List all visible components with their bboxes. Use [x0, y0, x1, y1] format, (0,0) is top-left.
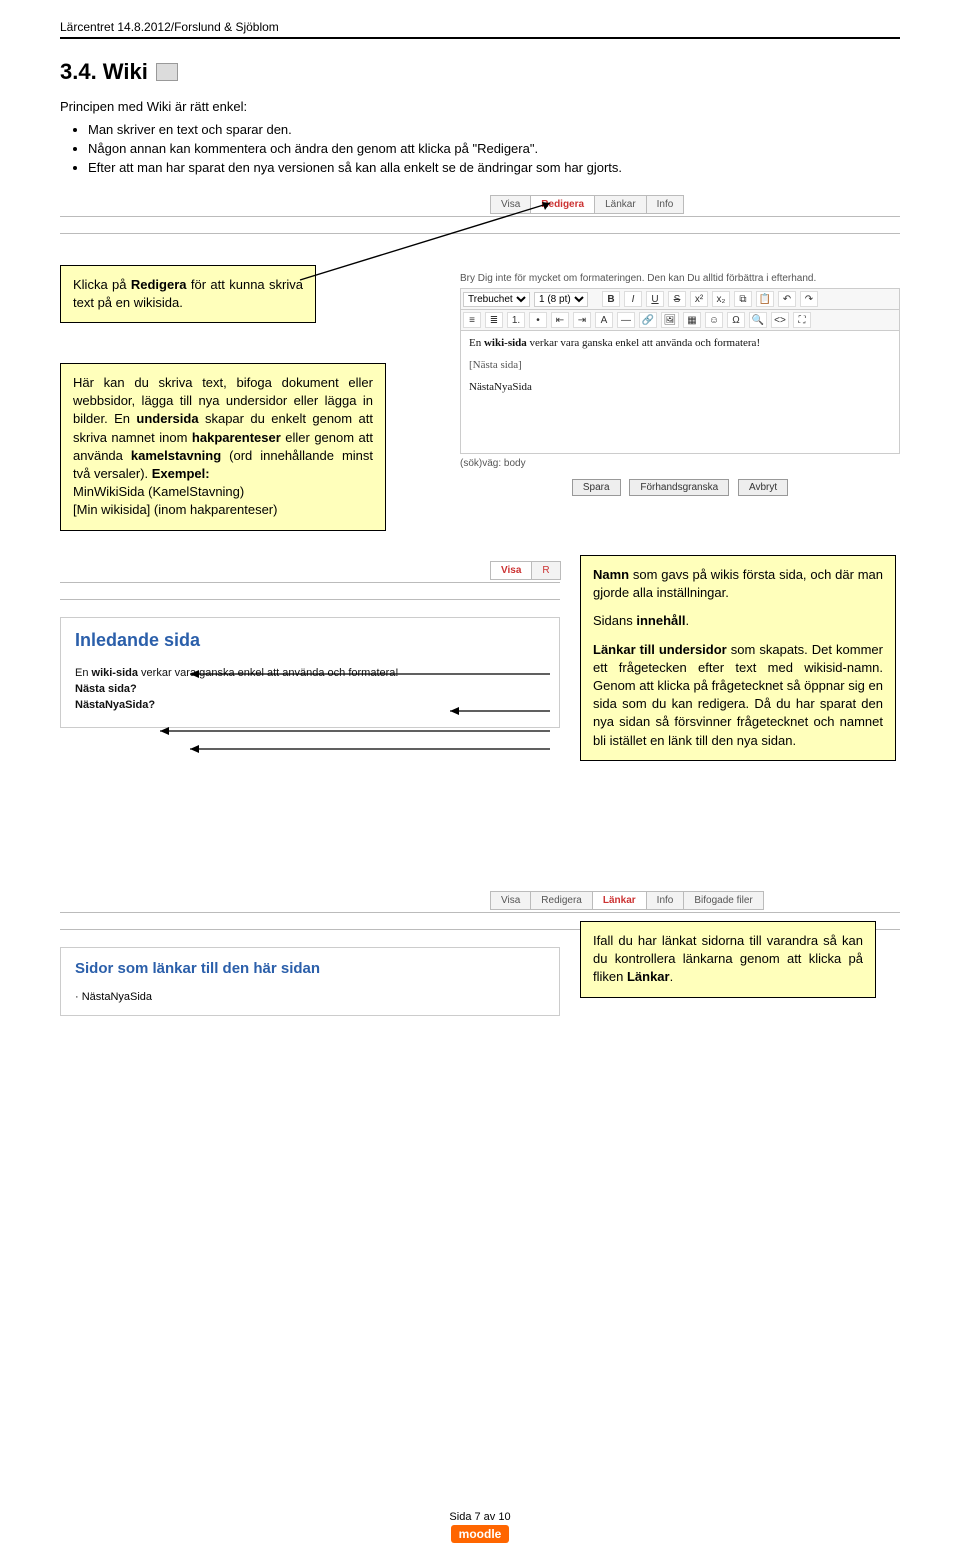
underline-icon[interactable]: U	[646, 291, 664, 307]
section-heading: 3.4. Wiki	[60, 59, 900, 85]
smiley-icon[interactable]: ☺	[705, 312, 723, 328]
arrow-link2	[190, 741, 560, 757]
italic-icon[interactable]: I	[624, 291, 642, 307]
image-icon[interactable]: 🖼	[661, 312, 679, 328]
callout-links: Ifall du har länkat sidorna till varandr…	[580, 921, 876, 998]
tab-lankar[interactable]: Länkar	[594, 195, 647, 214]
sub-icon[interactable]: x₂	[712, 291, 730, 307]
ul-icon[interactable]: •	[529, 312, 547, 328]
page-header: Lärcentret 14.8.2012/Forslund & Sjöblom	[60, 20, 900, 34]
subpage-link[interactable]: Nästa sida?	[75, 683, 137, 695]
hr-icon[interactable]: —	[617, 312, 635, 328]
bullet-item: Efter att man har sparat den nya version…	[88, 160, 900, 175]
tab-info[interactable]: Info	[646, 195, 685, 214]
cancel-button[interactable]: Avbryt	[738, 479, 788, 496]
page-number: Sida 7 av 10	[0, 1511, 960, 1523]
font-select[interactable]: Trebuchet	[463, 292, 530, 307]
editor-toolbar: Trebuchet 1 (8 pt) B I U S x² x₂ ⧉ 📋 ↶ ↷	[460, 288, 900, 310]
intro-text: Principen med Wiki är rätt enkel:	[60, 99, 900, 114]
section-number: 3.4. Wiki	[60, 59, 148, 85]
save-button[interactable]: Spara	[572, 479, 621, 496]
tab-bar: Visa Redigera Länkar Info	[490, 195, 683, 214]
page-footer: Sida 7 av 10 moodle	[0, 1511, 960, 1543]
wiki-page-title: Inledande sida	[75, 630, 545, 651]
sup-icon[interactable]: x²	[690, 291, 708, 307]
editor-hint: Bry Dig inte för mycket om formateringen…	[460, 273, 900, 284]
outdent-icon[interactable]: ⇤	[551, 312, 569, 328]
tab-visa[interactable]: Visa	[490, 891, 531, 910]
size-select[interactable]: 1 (8 pt)	[534, 292, 588, 307]
moodle-logo: moodle	[451, 1525, 510, 1543]
screenshot-edit: Visa Redigera Länkar Info Bry Dig inte f…	[60, 195, 900, 555]
editor-panel: Bry Dig inte för mycket om formateringen…	[460, 273, 900, 496]
links-title: Sidor som länkar till den här sidan	[75, 960, 545, 977]
html-icon[interactable]: <>	[771, 312, 789, 328]
tab-visa[interactable]: Visa	[490, 195, 531, 214]
callout-editor: Här kan du skriva text, bifoga dokument …	[60, 363, 386, 531]
align-left-icon[interactable]: ≡	[463, 312, 481, 328]
table-icon[interactable]: ▦	[683, 312, 701, 328]
tab-lankar[interactable]: Länkar	[592, 891, 647, 910]
bold-icon[interactable]: B	[602, 291, 620, 307]
copy-icon[interactable]: ⧉	[734, 291, 752, 307]
indent-icon[interactable]: ⇥	[573, 312, 591, 328]
search-icon[interactable]: 🔍	[749, 312, 767, 328]
paste-icon[interactable]: 📋	[756, 291, 774, 307]
subpage-link[interactable]: NästaNyaSida?	[75, 699, 155, 711]
wiki-icon	[156, 63, 178, 81]
expand-icon[interactable]: ⛶	[793, 312, 811, 328]
callout-view: Namn som gavs på wikis första sida, och …	[580, 555, 896, 761]
editor-toolbar-2: ≡ ≣ 1. • ⇤ ⇥ A — 🔗 🖼 ▦ ☺ Ω 🔍 <> ⛶	[460, 310, 900, 331]
header-rule	[60, 37, 900, 39]
tab-bifogade[interactable]: Bifogade filer	[683, 891, 763, 910]
bullet-item: Man skriver en text och sparar den.	[88, 122, 900, 137]
char-icon[interactable]: Ω	[727, 312, 745, 328]
path-label: (sök)väg:	[460, 458, 501, 469]
links-item[interactable]: · NästaNyaSida	[75, 991, 545, 1003]
bullet-item: Någon annan kan kommentera och ändra den…	[88, 141, 900, 156]
preview-button[interactable]: Förhandsgranska	[629, 479, 729, 496]
tab-r-partial[interactable]: R	[531, 561, 560, 580]
path-value: body	[504, 458, 526, 469]
color-icon[interactable]: A	[595, 312, 613, 328]
screenshot-view: Visa R Inledande sida En wiki-sida verka…	[60, 561, 560, 728]
undo-icon[interactable]: ↶	[778, 291, 796, 307]
links-box: Sidor som länkar till den här sidan · Nä…	[60, 947, 560, 1016]
callout-redigera: Klicka på Redigera för att kunna skriva …	[60, 265, 316, 323]
editor-body[interactable]: En wiki-sida verkar vara ganska enkel at…	[460, 331, 900, 454]
ol-icon[interactable]: 1.	[507, 312, 525, 328]
link-icon[interactable]: 🔗	[639, 312, 657, 328]
tab-visa[interactable]: Visa	[490, 561, 532, 580]
bullet-list: Man skriver en text och sparar den. Någo…	[88, 122, 900, 175]
tab-redigera[interactable]: Redigera	[530, 891, 593, 910]
tab-info[interactable]: Info	[646, 891, 685, 910]
redo-icon[interactable]: ↷	[800, 291, 818, 307]
tab-redigera[interactable]: Redigera	[530, 195, 595, 214]
align-center-icon[interactable]: ≣	[485, 312, 503, 328]
strike-icon[interactable]: S	[668, 291, 686, 307]
